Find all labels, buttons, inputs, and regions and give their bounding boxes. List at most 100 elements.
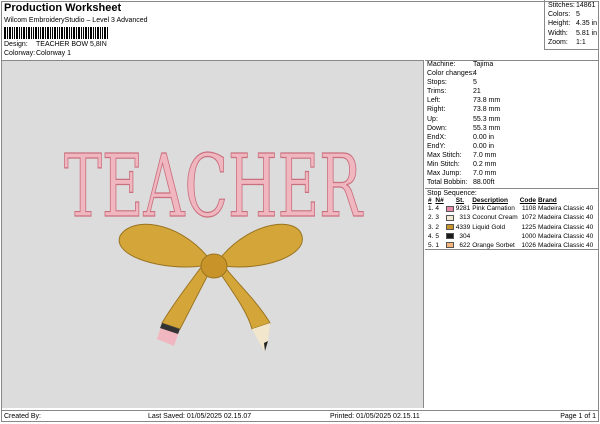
detail-value: 55.3 mm: [473, 115, 501, 123]
colorway-label: Colorway:: [4, 50, 36, 57]
stat-label: Zoom:: [548, 38, 568, 46]
detail-row: Max Jump: 7.0 mm: [425, 170, 599, 179]
table-row: 4. 5 304 1000 Madeira Classic 40: [427, 232, 594, 241]
stop-number: 4.: [428, 232, 434, 240]
detail-label: Max Jump:: [427, 170, 462, 178]
detail-row: EndX: 0.00 in: [425, 134, 599, 143]
needle-number: 1: [435, 241, 440, 249]
stat-row: Colors: 5: [548, 11, 599, 20]
stat-label: Width:: [548, 29, 568, 37]
color-swatch-cell: [445, 204, 455, 213]
needle-number: 4: [435, 205, 440, 213]
column-header: Description: [472, 197, 508, 205]
stat-label: Colors:: [548, 11, 571, 19]
stats-box: Stitches: 14861 Colors: 5 Height: 4.35 in W…: [544, 0, 599, 50]
stat-value: 5.81 in: [576, 29, 598, 37]
detail-row: Max Stitch: 7.0 mm: [425, 152, 599, 161]
column-header: St.: [455, 197, 465, 205]
detail-value: Tajima: [473, 61, 494, 68]
stat-row: Stitches: 14861: [548, 2, 599, 11]
table-row: 1. 4 9281 Pink Carnation 1108 Madeira Classic…: [427, 204, 594, 213]
detail-row: Up: 55.3 mm: [425, 116, 599, 125]
needle-number: 2: [435, 223, 440, 231]
column-header: [445, 197, 455, 204]
thread-description: Liquid Gold: [472, 223, 506, 231]
stitch-count: 4339: [455, 223, 471, 231]
page-number: Page 1 of 1: [560, 413, 596, 420]
detail-row: Trims: 21: [425, 88, 599, 97]
stat-value: 4.35 in: [576, 20, 598, 28]
stitch-count: 9281: [455, 205, 471, 213]
detail-row: Color changes: 4: [425, 70, 599, 79]
thread-brand: Madeira Classic 40: [537, 241, 594, 249]
stat-value: 1:1: [576, 38, 586, 46]
stop-sequence-table: # N# St. Description Code Brand 1. 4 9281 Pink Ca…: [427, 197, 594, 249]
needle-number: 3: [435, 214, 440, 222]
detail-value: 4: [473, 70, 477, 78]
color-swatch: [445, 232, 454, 239]
thread-code: 1000: [521, 232, 536, 240]
stop-number: 2.: [428, 214, 434, 222]
color-swatch: [445, 242, 454, 249]
detail-value: 7.0 mm: [473, 151, 497, 159]
color-swatch: [445, 205, 454, 212]
color-swatch-cell: [445, 223, 455, 232]
stat-label: Stitches:: [548, 2, 575, 9]
thread-description: [471, 232, 519, 241]
thread-brand: Madeira Classic 40: [537, 214, 594, 222]
detail-value: 0.00 in: [473, 133, 495, 141]
thread-brand: Madeira Classic 40: [537, 223, 594, 231]
stitch-count: 313: [459, 214, 471, 222]
color-swatch-cell: [445, 232, 455, 241]
detail-row: Machine: Tajima: [425, 61, 599, 70]
stat-value: 5: [576, 11, 580, 19]
detail-value: 7.0 mm: [473, 170, 497, 178]
stitch-count: 622: [459, 241, 471, 249]
column-header: Code: [519, 197, 536, 205]
table-row: 2. 3 313 Coconut Cream 1072 Madeira Classic 4…: [427, 213, 594, 222]
color-swatch-cell: [445, 241, 455, 250]
software-name: Wilcom EmbroideryStudio – Level 3 Advanc…: [4, 17, 148, 24]
detail-row: Total Bobbin: 88.00ft: [425, 179, 599, 188]
stat-value: 14861: [576, 2, 596, 9]
detail-label: Trims:: [427, 88, 447, 96]
thread-code: 1225: [521, 223, 536, 231]
detail-label: Total Bobbin:: [427, 179, 468, 187]
footer: Created By: Last Saved: 01/05/2025 02.15…: [2, 410, 598, 422]
detail-label: Up:: [427, 115, 438, 123]
color-swatch: [445, 223, 454, 230]
thread-code: 1026: [521, 241, 536, 249]
detail-label: Right:: [427, 106, 446, 114]
detail-label: EndX:: [427, 133, 447, 141]
detail-value: 5: [473, 79, 477, 87]
detail-value: 0.2 mm: [473, 161, 497, 169]
stop-number: 1.: [428, 205, 434, 213]
design-text: TEACHER: [64, 137, 363, 237]
detail-label: EndY:: [427, 142, 446, 150]
created-by: Created By:: [4, 413, 41, 420]
design-row: Design: TEACHER BOW 5,8IN: [4, 41, 107, 48]
detail-row: Right: 73.8 mm: [425, 106, 599, 115]
stop-sequence-title: Stop Sequence:: [425, 188, 599, 197]
needle-number: 5: [435, 232, 440, 240]
barcode: [4, 27, 134, 39]
details-panel: Machine: Tajima Color changes: 4 Stops: 5 Trim…: [425, 60, 599, 250]
detail-label: Down:: [427, 124, 447, 132]
detail-label: Min Stitch:: [427, 161, 460, 169]
design-preview: TEACHER: [2, 60, 424, 408]
detail-label: Left:: [427, 97, 441, 105]
thread-code: 1108: [522, 205, 536, 213]
stat-row: Width: 5.81 in: [548, 30, 599, 39]
detail-value: 73.8 mm: [473, 97, 501, 105]
column-header: #: [428, 197, 432, 205]
detail-row: EndY: 0.00 in: [425, 143, 599, 152]
colorway-row: Colorway: Colorway 1: [4, 50, 71, 57]
detail-row: Min Stitch: 0.2 mm: [425, 161, 599, 170]
detail-label: Color changes:: [427, 70, 475, 78]
detail-value: 55.3 mm: [473, 124, 501, 132]
design-label: Design:: [4, 41, 28, 48]
thread-description: Orange Sorbet: [472, 241, 515, 249]
detail-row: Stops: 5: [425, 79, 599, 88]
stitch-count: 304: [459, 232, 471, 240]
stat-row: Height: 4.35 in: [548, 20, 599, 29]
